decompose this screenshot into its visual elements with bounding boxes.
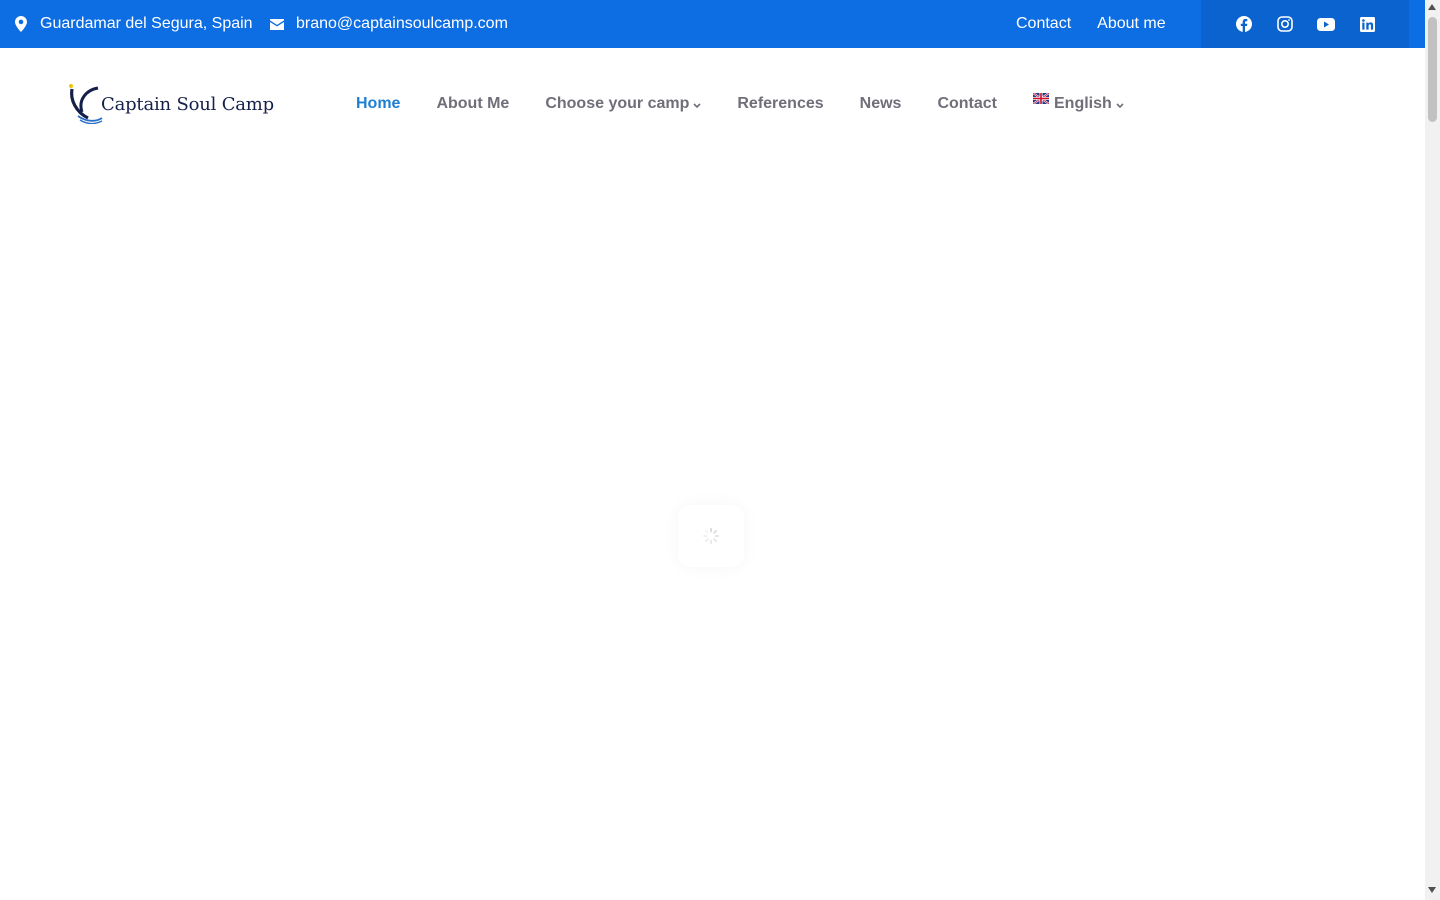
email-link[interactable]: brano@captainsoulcamp.com xyxy=(270,14,508,34)
youtube-icon[interactable] xyxy=(1317,15,1335,33)
page-loader xyxy=(678,505,744,567)
location-text: Guardamar del Segura, Spain xyxy=(40,15,253,32)
main-header: Captain Soul Camp Home About Me Choose y… xyxy=(0,48,1425,158)
top-bar: Guardamar del Segura, Spain brano@captai… xyxy=(0,0,1425,48)
loading-spinner-icon xyxy=(702,527,720,545)
linkedin-icon[interactable] xyxy=(1358,15,1376,33)
site-logo[interactable]: Captain Soul Camp xyxy=(66,82,274,124)
nav-contact[interactable]: Contact xyxy=(937,93,997,115)
scrollbar-thumb[interactable] xyxy=(1428,17,1437,122)
envelope-icon xyxy=(270,15,284,33)
facebook-icon[interactable] xyxy=(1235,15,1253,33)
nav-language-label: English xyxy=(1054,95,1112,112)
top-link-about-me[interactable]: About me xyxy=(1097,14,1165,34)
sailboat-logo-icon xyxy=(69,84,103,124)
location-info: Guardamar del Segura, Spain xyxy=(14,14,253,34)
chevron-down-icon xyxy=(693,102,701,108)
nav-references[interactable]: References xyxy=(737,93,823,115)
scroll-down-arrow-icon[interactable] xyxy=(1428,887,1436,893)
chevron-down-icon xyxy=(1116,102,1124,108)
nav-news[interactable]: News xyxy=(860,93,902,115)
map-pin-icon xyxy=(14,15,28,33)
uk-flag-icon xyxy=(1033,92,1049,104)
nav-choose-your-camp-label: Choose your camp xyxy=(545,95,690,112)
scroll-up-arrow-icon[interactable] xyxy=(1428,4,1436,10)
social-links xyxy=(1201,0,1409,48)
top-links: Contact About me xyxy=(1016,14,1166,34)
page-scrollbar[interactable] xyxy=(1425,0,1440,900)
top-link-contact[interactable]: Contact xyxy=(1016,14,1071,34)
email-text: brano@captainsoulcamp.com xyxy=(296,15,508,32)
nav-about-me[interactable]: About Me xyxy=(436,93,509,115)
nav-choose-your-camp[interactable]: Choose your camp xyxy=(545,93,701,115)
main-nav: Home About Me Choose your camp Reference… xyxy=(356,92,1124,115)
nav-language-selector[interactable]: English xyxy=(1033,92,1124,115)
instagram-icon[interactable] xyxy=(1276,15,1294,33)
logo-text: Captain Soul Camp xyxy=(101,93,274,115)
nav-home[interactable]: Home xyxy=(356,93,400,115)
